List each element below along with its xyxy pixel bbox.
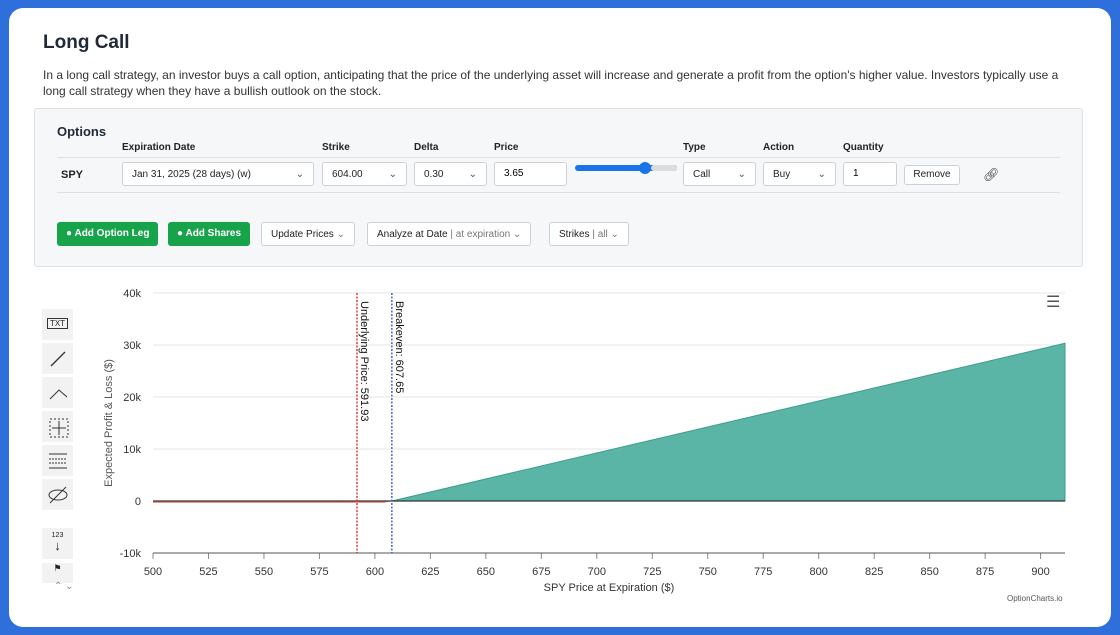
x-tick-label: 525: [199, 566, 217, 578]
y-tick-label: 30k: [123, 340, 141, 352]
profit-area: [391, 342, 1066, 502]
x-tick-label: 800: [810, 566, 828, 578]
x-tick-label: 650: [477, 566, 495, 578]
x-axis-label: SPY Price at Expiration ($): [544, 582, 675, 594]
x-tick-label: 825: [865, 566, 883, 578]
credit: OptionCharts.io: [1007, 594, 1063, 603]
annotation-label: Underlying Price: 591.93: [358, 301, 370, 421]
x-tick-label: 700: [588, 566, 606, 578]
y-tick-label: 40k: [123, 288, 141, 300]
x-tick-label: 850: [920, 566, 938, 578]
x-tick-label: 725: [643, 566, 661, 578]
x-tick-label: 625: [421, 566, 439, 578]
x-tick-label: 500: [144, 566, 162, 578]
y-tick-label: 20k: [123, 392, 141, 404]
pnl-chart: 40k 30k 20k 10k 0 -10k500 525 550 575 600 625 650 67…: [103, 288, 1066, 594]
x-tick-label: 875: [976, 566, 994, 578]
x-tick-label: 900: [1031, 566, 1049, 578]
x-tick-label: 575: [310, 566, 328, 578]
y-tick-label: 0: [135, 496, 141, 508]
x-tick-label: 600: [366, 566, 384, 578]
y-axis-label: Expected Profit & Loss ($): [103, 359, 115, 487]
y-tick-label: -10k: [120, 548, 142, 560]
y-tick-label: 10k: [123, 444, 141, 456]
menu-icon[interactable]: ☰: [1046, 292, 1060, 312]
x-tick-label: 550: [255, 566, 273, 578]
annotation-label: Breakeven: 607.65: [393, 301, 405, 393]
x-tick-label: 750: [699, 566, 717, 578]
x-tick-label: 775: [754, 566, 772, 578]
x-tick-label: 675: [532, 566, 550, 578]
